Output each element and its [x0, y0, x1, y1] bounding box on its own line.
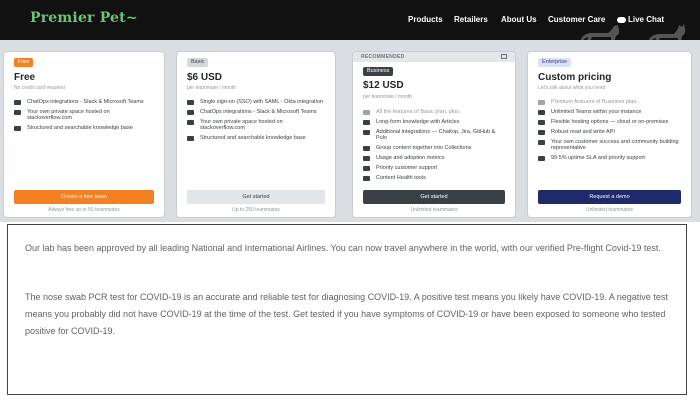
recommended-label: RECOMMENDED: [361, 54, 405, 60]
plan-subline: per teammate / month: [363, 94, 412, 100]
knowledge-base-icon: [187, 135, 194, 141]
feature-item: Unlimited Teams within your instance: [538, 109, 683, 115]
feature-item: ChatOps integrations - Slack & Microsoft…: [187, 109, 327, 115]
feature-item: All the features of Basic plan, plus:: [363, 109, 507, 115]
chat-icon: [14, 99, 21, 105]
nav-retailers[interactable]: Retailers: [454, 15, 488, 24]
plan-subline: Let's talk about what you need: [538, 85, 606, 91]
plan-price: Custom pricing: [538, 72, 612, 83]
feature-list: ChatOps integrations - Slack & Microsoft…: [14, 99, 156, 135]
request-demo-button[interactable]: Request a demo: [538, 190, 681, 204]
collections-icon: [363, 145, 370, 151]
plan-footnote: Unlimited teammates: [410, 207, 458, 213]
feature-item: Flexible hosting options — cloud or on-p…: [538, 119, 683, 125]
get-started-business-button[interactable]: Get started: [363, 190, 505, 204]
uptime-icon: [538, 155, 545, 161]
integrations-icon: [363, 129, 370, 135]
feature-item: Robust read and write API: [538, 129, 683, 135]
feature-item: Long-form knowledge with Articles: [363, 119, 507, 125]
shield-icon: [187, 119, 194, 125]
gift-icon: [501, 54, 507, 59]
plan-subline: No credit card required: [14, 85, 65, 91]
plan-badge: Basic: [187, 58, 209, 67]
plan-footnote: Unlimited teammates: [586, 207, 633, 213]
airline-approval-paragraph: Our lab has been approved by all leading…: [25, 243, 661, 253]
hosting-icon: [538, 119, 545, 125]
feature-item: Your own customer success and community …: [538, 139, 683, 151]
plan-footnote: Up to 250 teammates: [232, 207, 280, 213]
feature-item: Your own private space hosted on stackov…: [187, 119, 327, 131]
feature-item: ChatOps integrations - Slack & Microsoft…: [14, 99, 156, 105]
flag-icon: [538, 139, 545, 145]
feature-item: Additional integrations — Chattop, Jira,…: [363, 129, 507, 141]
feature-item: Single sign-on (SSO) with SAML - Okta in…: [187, 99, 327, 105]
create-free-team-button[interactable]: Create a free team: [14, 190, 154, 204]
covid-info-panel: Our lab has been approved by all leading…: [7, 224, 687, 395]
get-started-basic-button[interactable]: Get started: [187, 190, 325, 204]
plan-card-enterprise: Enterprise Custom pricing Let's talk abo…: [527, 51, 692, 218]
plan-price: $12 USD: [363, 80, 404, 91]
plan-card-free: Free Free No credit card required ChatOp…: [3, 51, 165, 218]
key-icon: [187, 99, 194, 105]
feature-item: Group content together into Collections: [363, 145, 507, 151]
plan-badge: Business: [363, 67, 394, 76]
knowledge-base-icon: [14, 125, 21, 131]
feature-item: Usage and adoption metrics: [363, 155, 507, 161]
plus-icon: [538, 99, 545, 105]
nav-products[interactable]: Products: [408, 15, 443, 24]
feature-list: Single sign-on (SSO) with SAML - Okta in…: [187, 99, 327, 145]
site-header: Premier Pet~ Products Retailers About Us…: [0, 0, 700, 42]
metrics-icon: [363, 155, 370, 161]
feature-list: Premium features of Business plan... Unl…: [538, 99, 683, 165]
pcr-test-paragraph: The nose swab PCR test for COVID-19 is a…: [25, 292, 668, 336]
feature-item: Priority customer support: [363, 165, 507, 171]
feature-item: 99.5% uptime SLA and priority support: [538, 155, 683, 161]
plan-card-business: RECOMMENDED Business $12 USD per teammat…: [352, 51, 516, 218]
code-icon: [538, 129, 545, 135]
feature-item: Your own private space hosted on stackov…: [14, 109, 156, 121]
plan-price: Free: [14, 72, 36, 83]
feature-item: Content Health tools: [363, 175, 507, 181]
shield-icon: [14, 109, 21, 115]
plan-subline: per teammate / month: [187, 85, 236, 91]
plus-icon: [363, 109, 370, 115]
brand-logo[interactable]: Premier Pet~: [30, 10, 138, 26]
plan-footnote: Always free up to 50 teammates: [48, 207, 120, 213]
chat-icon: [187, 109, 194, 115]
support-icon: [363, 165, 370, 171]
article-icon: [363, 119, 370, 125]
plan-badge: Enterprise: [538, 58, 572, 67]
feature-item: Premium features of Business plan...: [538, 99, 683, 105]
feature-item: Structured and searchable knowledge base: [187, 135, 327, 141]
plan-price: $6 USD: [187, 72, 223, 83]
teams-icon: [538, 109, 545, 115]
feature-item: Structured and searchable knowledge base: [14, 125, 156, 131]
plan-card-basic: Basic $6 USD per teammate / month Single…: [176, 51, 336, 218]
recommended-banner: RECOMMENDED: [353, 52, 515, 62]
feature-list: All the features of Basic plan, plus: Lo…: [363, 109, 507, 185]
tools-icon: [363, 175, 370, 181]
nav-about-us[interactable]: About Us: [501, 15, 537, 24]
plan-badge: Free: [14, 58, 34, 67]
